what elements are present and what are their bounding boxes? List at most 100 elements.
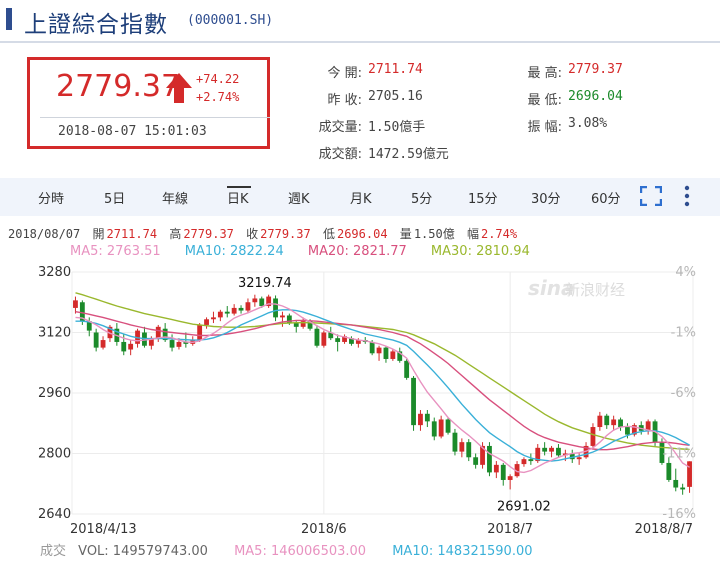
- stat-label-high: 最 高:: [527, 66, 562, 81]
- candle-body: [176, 341, 182, 347]
- candle-body: [618, 419, 623, 428]
- candle-body: [452, 432, 458, 452]
- candle-body: [493, 464, 499, 473]
- legend-ma30: MA30: 2810.94: [430, 244, 530, 259]
- candle-body: [459, 442, 465, 452]
- candle-body: [473, 457, 479, 465]
- change-value: +74.22: [196, 72, 240, 86]
- current-price: 2779.37: [56, 69, 181, 104]
- fullscreen-icon[interactable]: [640, 186, 662, 206]
- candle-body: [549, 447, 554, 452]
- info-amp-label: 幅: [466, 227, 479, 241]
- candle-body: [169, 340, 175, 348]
- candle-body: [293, 323, 299, 327]
- page-title: 上證綜合指數: [24, 12, 168, 38]
- candle-body: [611, 419, 617, 426]
- tab-weekly-k[interactable]: 週K: [288, 188, 310, 207]
- candle-body: [231, 307, 237, 314]
- chart-axes: 3280 4%3120 -1%2960 -6%2800 -11%2640 -16%2018…: [38, 265, 696, 537]
- tab-60min[interactable]: 60分: [591, 188, 621, 207]
- candle-body: [390, 351, 396, 359]
- candle-body: [404, 360, 410, 378]
- candle-body: [383, 347, 389, 359]
- watermark-text: 新浪财经: [565, 281, 625, 299]
- stat-label-low: 最 低:: [527, 93, 562, 108]
- candle-body: [224, 311, 230, 314]
- tab-5day[interactable]: 5日: [104, 188, 125, 207]
- tab-intraday[interactable]: 分時: [38, 188, 64, 207]
- stat-value-volume: 1.50億手: [368, 120, 426, 135]
- legend-ma20: MA20: 2821.77: [307, 244, 407, 259]
- pct-tick-label: 4%: [675, 265, 696, 280]
- tab-monthly-k[interactable]: 月K: [350, 188, 372, 207]
- candle-body: [273, 298, 278, 318]
- candle-body: [376, 347, 382, 354]
- x-tick-label: 2018/6: [301, 522, 347, 537]
- candle-body: [542, 447, 548, 452]
- legend-ma10: MA10: 2822.24: [184, 244, 284, 259]
- tab-yearly[interactable]: 年線: [162, 188, 188, 207]
- candle-body: [431, 421, 437, 437]
- candle-body: [197, 324, 203, 341]
- x-tick-label: 2018/7: [487, 522, 533, 537]
- info-high: 2779.37: [183, 227, 234, 241]
- title-accent-bar: [6, 8, 12, 30]
- kline-chart[interactable]: sina 新浪财经 3280 4% 3120 -1% 2960 -6% 2800 -11% 26…: [0, 262, 720, 537]
- candle-body: [500, 464, 506, 480]
- candle-body: [687, 461, 692, 487]
- tab-15min[interactable]: 15分: [468, 188, 498, 207]
- quote-time: 2018-08-07 15:01:03: [58, 124, 207, 139]
- info-date: 2018/08/07: [8, 227, 81, 241]
- y-tick-label: 2800: [38, 447, 71, 462]
- stat-value-low: 2696.04: [568, 89, 623, 104]
- info-high-label: 高: [169, 227, 182, 241]
- volume-ma10: MA10: 148321590.00: [392, 544, 533, 559]
- candle-body: [217, 311, 223, 318]
- volume-info-line: 成交 VOL: 149579743.00 MA5: 146006503.00 M…: [40, 540, 555, 559]
- price-divider: [40, 117, 270, 118]
- candle-body: [673, 479, 679, 488]
- candle-body: [73, 300, 78, 308]
- candle-body: [204, 319, 209, 325]
- candle-body: [259, 298, 265, 307]
- candle-body: [418, 413, 423, 426]
- stat-value-turnover: 1472.59億元: [368, 147, 449, 162]
- info-vol-label: 量: [399, 227, 412, 241]
- candle-body: [211, 317, 216, 320]
- tab-30min[interactable]: 30分: [531, 188, 561, 207]
- stat-value-amplitude: 3.08%: [568, 116, 608, 131]
- stat-value-open: 2711.74: [368, 62, 423, 77]
- ma5-line: [75, 303, 690, 474]
- annotation-high: 3219.74: [238, 276, 292, 291]
- candle-body: [576, 457, 582, 460]
- header-divider: [0, 41, 720, 43]
- x-tick-label: 2018/4/13: [70, 522, 137, 537]
- candle-body: [528, 459, 534, 462]
- info-amp: 2.74%: [480, 227, 518, 241]
- ma-lines: [75, 292, 690, 474]
- candle-body: [121, 341, 127, 352]
- volume-ma5: MA5: 146006503.00: [234, 544, 367, 559]
- stat-value-high: 2779.37: [568, 62, 623, 77]
- info-open-label: 開: [92, 227, 105, 241]
- more-menu-icon[interactable]: [683, 185, 691, 207]
- candle-body: [680, 487, 686, 490]
- stat-label-volume: 成交量:: [318, 120, 362, 135]
- info-low: 2696.04: [336, 227, 388, 241]
- candle-body: [245, 302, 251, 311]
- candle-body: [411, 377, 416, 426]
- legend-ma5: MA5: 2763.51: [70, 244, 161, 259]
- candle-body: [507, 476, 513, 480]
- info-vol: 1.50億: [413, 227, 455, 241]
- ohlc-info-line: 2018/08/07 開 2711.74 高 2779.37 收 2779.37 低2…: [8, 225, 522, 242]
- change-percent: +2.74%: [196, 90, 240, 104]
- tab-5min[interactable]: 5分: [411, 188, 432, 207]
- tab-daily-k[interactable]: 日K: [227, 188, 249, 207]
- candle-body: [314, 328, 320, 346]
- candle-body: [521, 459, 527, 465]
- candle-body: [590, 427, 596, 446]
- candle-body: [604, 415, 610, 426]
- candle-body: [424, 413, 430, 422]
- y-tick-label: 3280: [38, 265, 71, 280]
- stat-label-prev-close: 昨 收:: [327, 93, 362, 108]
